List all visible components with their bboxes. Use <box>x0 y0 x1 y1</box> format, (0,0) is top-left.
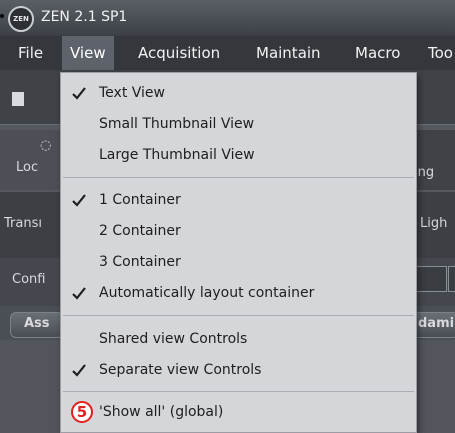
menu-item-text-view[interactable]: Text View <box>61 79 416 107</box>
menu-bar: File View Acquisition Maintain Macro Too <box>0 36 455 70</box>
menu-item-small-thumbnail-view[interactable]: Small Thumbnail View <box>61 110 416 138</box>
menu-item-show-all-global[interactable]: 'Show all' (global) <box>61 398 416 426</box>
menu-tools[interactable]: Too <box>428 36 453 70</box>
menu-acquisition[interactable]: Acquisition <box>138 36 220 70</box>
light-label: Ligh <box>420 216 448 231</box>
menu-file[interactable]: File <box>18 36 43 70</box>
configuration-field[interactable] <box>415 266 447 292</box>
damipulate-button-label: dami <box>418 316 455 331</box>
menu-separator <box>63 391 414 392</box>
annotation-number-badge: 5 <box>71 401 93 423</box>
menu-item-1-container[interactable]: 1 Container <box>61 186 416 214</box>
menu-maintain[interactable]: Maintain <box>256 36 321 70</box>
checkmark-icon <box>72 87 86 100</box>
view-menu-dropdown: Text View Small Thumbnail View Large Thu… <box>60 72 417 433</box>
menu-view[interactable]: View <box>62 36 114 70</box>
configuration-dropdown[interactable] <box>448 266 455 292</box>
menu-item-2-container[interactable]: 2 Container <box>61 217 416 245</box>
menu-item-shared-view-controls[interactable]: Shared view Controls <box>61 325 416 353</box>
document-icon[interactable] <box>12 92 24 106</box>
menu-item-separate-view-controls[interactable]: Separate view Controls <box>61 356 416 384</box>
menu-item-auto-layout-container[interactable]: Automatically layout container <box>61 279 416 307</box>
eye-icon: ◌ <box>40 138 52 153</box>
tab-processing-label: ing <box>414 165 435 180</box>
dot-marker <box>0 14 4 18</box>
zen-logo: ZEN <box>8 6 34 32</box>
configuration-label: Confi <box>12 272 46 287</box>
menu-separator <box>63 177 414 178</box>
app-title: ZEN 2.1 SP1 <box>41 9 128 25</box>
transmitted-label: Transı <box>4 216 42 231</box>
assign-button-label: Ass <box>24 316 50 331</box>
checkmark-icon <box>72 364 86 377</box>
menu-separator <box>63 315 414 316</box>
menu-item-large-thumbnail-view[interactable]: Large Thumbnail View <box>61 141 416 169</box>
menu-item-3-container[interactable]: 3 Container <box>61 248 416 276</box>
zen-app-window: ZEN ZEN 2.1 SP1 File View Acquisition Ma… <box>0 0 455 433</box>
menu-macro[interactable]: Macro <box>355 36 400 70</box>
checkmark-icon <box>72 287 86 300</box>
title-bar: ZEN ZEN 2.1 SP1 <box>0 0 455 36</box>
tab-locate-label: Loc <box>16 160 39 175</box>
checkmark-icon <box>72 194 86 207</box>
